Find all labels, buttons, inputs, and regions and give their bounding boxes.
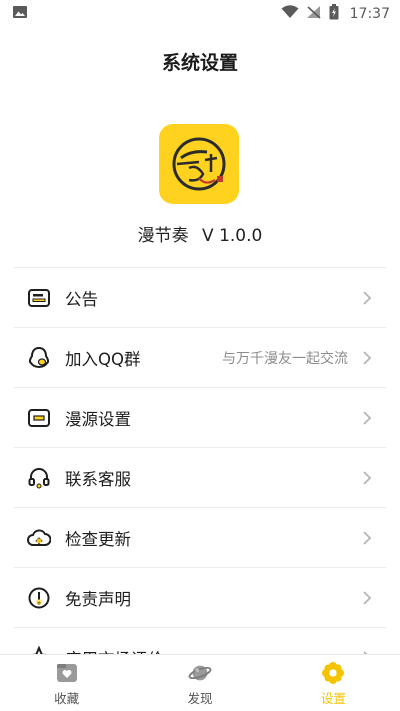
chevron-right-icon — [362, 470, 374, 486]
menu-item-customer-service[interactable]: 联系客服 — [14, 447, 386, 507]
cloud-upload-icon — [26, 525, 52, 551]
app-name: 漫节奏 — [137, 226, 189, 246]
menu-label: 联系客服 — [65, 469, 131, 489]
menu-label: 检查更新 — [65, 529, 131, 549]
menu-item-disclaimer[interactable]: 免责声明 — [14, 567, 386, 627]
app-name-version: 漫节奏 V 1.0.0 — [0, 221, 400, 246]
chevron-right-icon — [362, 530, 374, 546]
battery-charging-icon — [329, 3, 339, 24]
menu-hint: 与万千漫友一起交流 — [222, 350, 348, 367]
headset-icon — [26, 465, 52, 491]
planet-icon — [188, 661, 212, 685]
status-bar: 17:37 — [0, 0, 400, 27]
wifi-icon — [281, 4, 299, 23]
app-version: V 1.0.0 — [202, 226, 263, 246]
exclamation-circle-icon — [26, 585, 52, 611]
chevron-right-icon — [362, 410, 374, 426]
chevron-right-icon — [362, 290, 374, 306]
chevron-right-icon — [362, 350, 374, 366]
settings-menu: 公告 加入QQ群 与万千漫友一起交流 漫源设置 联系客服 检查更新 免责声明 — [14, 267, 386, 687]
menu-item-check-update[interactable]: 检查更新 — [14, 507, 386, 567]
menu-label: 公告 — [65, 289, 98, 309]
tab-settings[interactable]: 设置 — [267, 655, 400, 711]
tab-label: 发现 — [187, 691, 213, 706]
menu-label: 漫源设置 — [65, 409, 131, 429]
source-settings-icon — [26, 405, 52, 431]
flower-gear-icon — [321, 661, 345, 685]
chevron-right-icon — [362, 590, 374, 606]
status-time: 17:37 — [349, 5, 390, 22]
bottom-nav: 收藏 发现 设置 — [0, 654, 400, 711]
menu-item-announcement[interactable]: 公告 — [14, 267, 386, 327]
announcement-icon — [26, 285, 52, 311]
tab-favorites[interactable]: 收藏 — [0, 655, 133, 711]
menu-item-source-settings[interactable]: 漫源设置 — [14, 387, 386, 447]
menu-label: 免责声明 — [65, 589, 131, 609]
tab-discover[interactable]: 发现 — [133, 655, 266, 711]
image-notification-icon — [12, 4, 28, 23]
app-logo — [159, 124, 239, 204]
menu-label: 加入QQ群 — [65, 349, 141, 369]
tab-label: 收藏 — [54, 691, 80, 706]
qq-penguin-icon — [26, 345, 52, 371]
menu-item-join-qq-group[interactable]: 加入QQ群 与万千漫友一起交流 — [14, 327, 386, 387]
tab-label: 设置 — [320, 691, 346, 706]
no-signal-icon — [306, 4, 322, 23]
heart-folder-icon — [55, 661, 79, 685]
page-title: 系统设置 — [161, 52, 238, 74]
